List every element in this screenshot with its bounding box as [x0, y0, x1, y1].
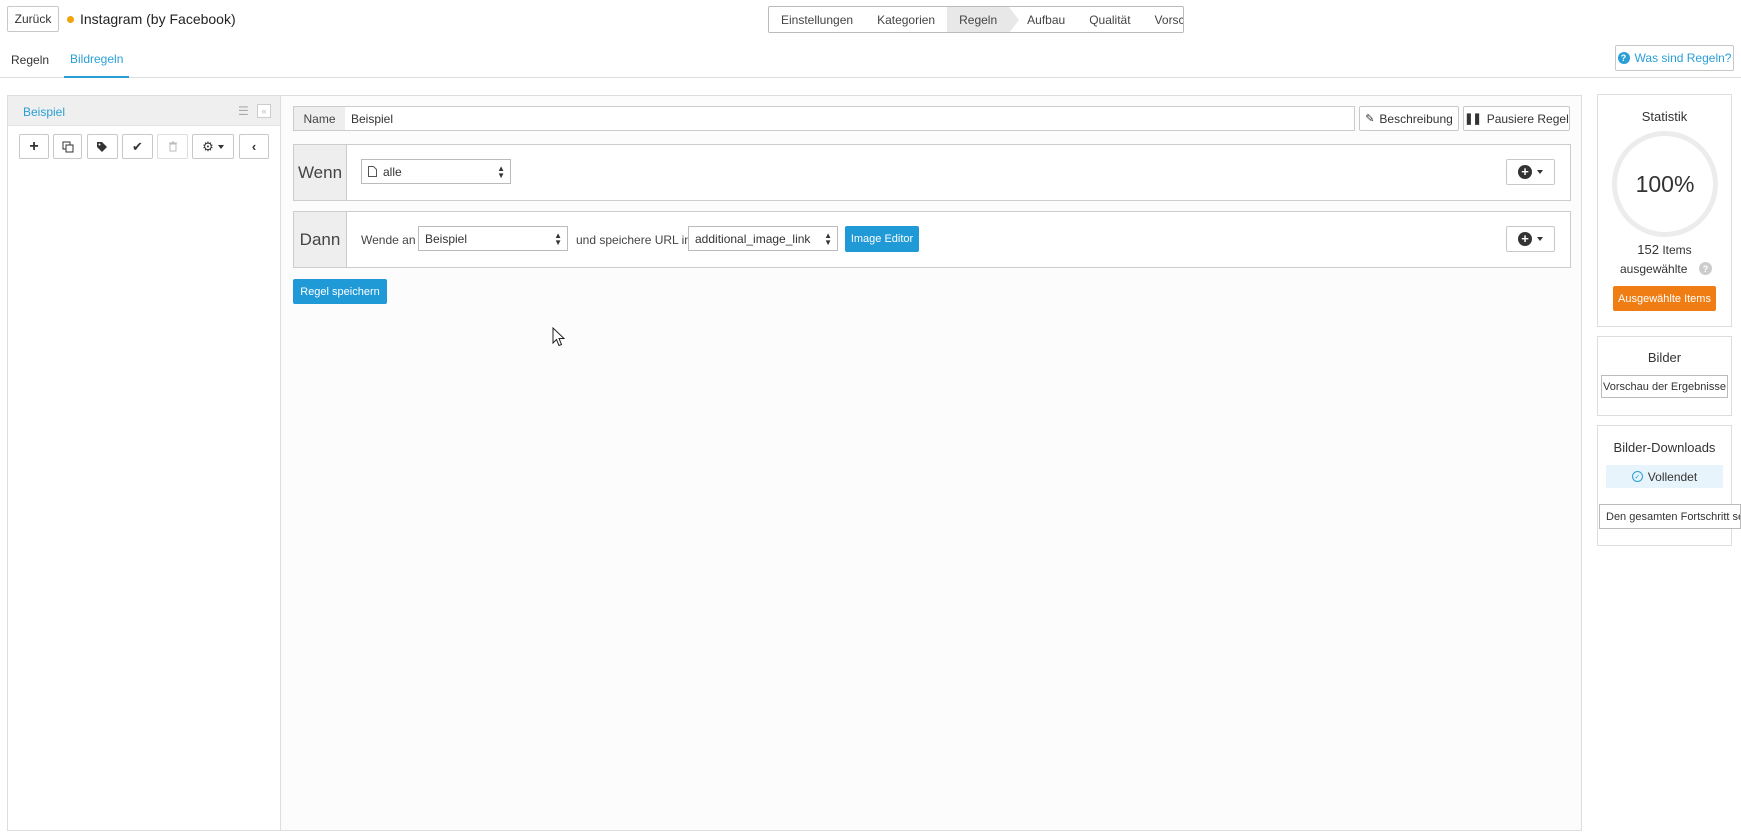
statistics-percent: 100% [1635, 170, 1695, 197]
step-qualitaet[interactable]: Qualität [1077, 7, 1142, 32]
item-count: 152 Items [1598, 242, 1731, 257]
help-button-label: Was sind Regeln? [1634, 51, 1732, 65]
pause-rule-label: Pausiere Regel [1486, 111, 1569, 126]
image-downloads-title: Bilder-Downloads [1613, 440, 1716, 455]
description-button[interactable]: ✎ Beschreibung [1359, 106, 1459, 131]
tags-button[interactable] [87, 134, 118, 159]
item-count-unit: Items [1662, 243, 1692, 257]
plus-circle-icon: + [1518, 165, 1532, 179]
url-field-select[interactable]: additional_image_link ▲ ▼ [688, 226, 838, 251]
mouse-cursor-icon [552, 327, 565, 347]
edit-icon: ✎ [1365, 113, 1375, 125]
condition-select-value: alle [383, 164, 402, 179]
select-caret-icon: ▲ ▼ [497, 164, 505, 180]
pause-rule-button[interactable]: ❚❚ Pausiere Regel [1463, 106, 1570, 131]
then-label: Dann [294, 212, 347, 267]
images-title: Bilder [1647, 350, 1682, 365]
caret-down-icon [1537, 170, 1543, 174]
step-regeln[interactable]: Regeln [947, 7, 1020, 32]
description-button-label: Beschreibung [1379, 111, 1453, 126]
page-title-text: Instagram (by Facebook) [80, 11, 236, 27]
tags-icon [97, 141, 107, 152]
status-badge-label: Vollendet [1647, 469, 1698, 484]
step-vorschau[interactable]: Vorschau [1143, 7, 1183, 32]
apply-select[interactable]: Beispiel ▲ ▼ [418, 226, 568, 251]
url-field-select-value: additional_image_link [695, 231, 811, 246]
caret-down-icon [217, 144, 224, 149]
step-aufbau[interactable]: Aufbau [1009, 7, 1077, 32]
save-url-text: und speichere URL in [576, 233, 691, 247]
wizard-steps: Einstellungen Kategorien Regeln Aufbau Q… [768, 6, 1184, 33]
caret-down-icon [1537, 237, 1543, 241]
check-icon: ✔ [132, 138, 143, 154]
add-rule-button[interactable]: + [19, 134, 49, 159]
save-rule-button[interactable]: Regel speichern [293, 279, 387, 304]
page-title: Instagram (by Facebook) [67, 10, 236, 28]
copy-icon [62, 141, 73, 152]
rule-list-item[interactable]: Beispiel ☰ « [8, 96, 280, 126]
question-icon[interactable]: ? [1699, 262, 1712, 275]
name-label: Name [293, 106, 346, 131]
activate-button[interactable]: ✔ [122, 134, 153, 159]
rules-tabs: Regeln Bildregeln [0, 42, 1741, 78]
view-progress-button[interactable]: Den gesamten Fortschritt seh [1599, 504, 1741, 529]
pause-icon: ❚❚ [1464, 113, 1481, 125]
condition-select[interactable]: alle ▲ ▼ [361, 159, 511, 184]
apply-select-value: Beispiel [425, 231, 468, 246]
selected-label: ausgewählte [1620, 262, 1688, 276]
statistics-title: Statistik [1641, 109, 1688, 124]
settings-dropdown[interactable]: ⚙ [192, 134, 234, 159]
preview-results-button[interactable]: Vorschau der Ergebnisse [1601, 375, 1728, 398]
plus-circle-icon: + [1518, 232, 1532, 246]
rule-editor-panel [281, 95, 1582, 831]
apply-text: Wende an [361, 233, 416, 247]
if-label: Wenn [294, 145, 347, 200]
check-circle-icon: ✓ [1631, 471, 1643, 482]
copy-rule-button[interactable] [53, 134, 82, 159]
rules-list-panel: Beispiel ☰ « + ✔ ⚙ ‹ [7, 95, 281, 831]
selected-items-button[interactable]: Ausgewählte Items [1613, 286, 1716, 311]
select-caret-icon: ▲ ▼ [824, 231, 832, 247]
file-icon [368, 166, 377, 177]
chevron-left-icon: ‹ [251, 139, 257, 154]
statistics-card: Statistik 100% 152 Items ausgewählte ? A… [1597, 94, 1732, 327]
status-badge: ✓ Vollendet [1606, 465, 1723, 488]
add-condition-dropdown[interactable]: + [1506, 159, 1555, 185]
tab-bildregeln[interactable]: Bildregeln [64, 42, 130, 78]
collapse-icon[interactable]: « [257, 104, 271, 118]
delete-button[interactable] [157, 134, 188, 159]
select-caret-icon: ▲ ▼ [554, 231, 562, 247]
trash-icon [168, 141, 177, 152]
image-editor-button[interactable]: Image Editor [845, 226, 919, 252]
images-card: Bilder Vorschau der Ergebnisse [1597, 336, 1732, 416]
tab-regeln[interactable]: Regeln [11, 42, 49, 78]
status-dot-icon [67, 15, 74, 23]
gear-icon: ⚙ [202, 138, 214, 154]
plus-icon: + [29, 137, 39, 155]
rule-list-item-label: Beispiel [23, 105, 66, 119]
statistics-ring: 100% [1612, 131, 1718, 237]
back-button[interactable]: Zurück [7, 6, 59, 32]
rule-name-input[interactable] [345, 106, 1355, 131]
step-einstellungen[interactable]: Einstellungen [769, 7, 865, 32]
help-button[interactable]: ? Was sind Regeln? [1615, 45, 1734, 71]
question-icon: ? [1617, 52, 1630, 64]
then-block: Dann Wende an Beispiel ▲ ▼ und speichere … [293, 211, 1571, 268]
if-block: Wenn alle ▲ ▼ + [293, 144, 1571, 201]
item-count-value: 152 [1637, 242, 1659, 257]
collapse-panel-button[interactable]: ‹ [239, 134, 269, 159]
add-action-dropdown[interactable]: + [1506, 226, 1555, 252]
drag-handle-icon[interactable]: ☰ [238, 105, 250, 117]
step-kategorien[interactable]: Kategorien [865, 7, 947, 32]
